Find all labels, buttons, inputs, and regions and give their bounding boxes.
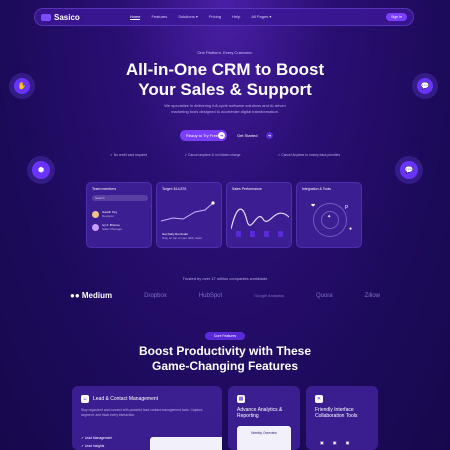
nav-pricing[interactable]: Pricing: [209, 14, 221, 20]
feature-title: Advance Analytics & Reporting: [237, 407, 283, 419]
target-line-chart: [161, 201, 215, 222]
get-started-button[interactable]: Get Started ➜: [237, 130, 273, 141]
heart-icon: ❤: [311, 203, 316, 209]
box-icon: ⬢: [32, 161, 50, 179]
preview-window: [150, 437, 222, 450]
trusted-text: Trusted by over 17 million companies wor…: [182, 276, 268, 281]
team-members-card: Team members Search Gareth Key Designer I…: [86, 182, 152, 248]
team-member-row[interactable]: Ivy F. Briscoe Sales Manager: [92, 223, 122, 232]
arrow-icon: ➜: [266, 132, 273, 139]
brand-logo[interactable]: Sasico: [41, 13, 80, 22]
features-title: Boost Productivity with These Game-Chang…: [138, 344, 312, 373]
hero-tagline: One Platform. Every Customer.: [197, 50, 253, 55]
feature-list-item: ✓ Lead Management: [81, 436, 113, 440]
contact-icon: ☺: [81, 395, 89, 403]
nav-all-pages[interactable]: All Pages ▾: [251, 14, 271, 20]
zillow-logo: Zillow: [364, 292, 380, 299]
weekly-overview: Weekly Overview: [237, 426, 291, 450]
nav-home[interactable]: Home: [129, 14, 141, 20]
avatar: [92, 224, 99, 232]
feature-card-lead: ☺ Lead & Contact Management Stay organiz…: [72, 386, 222, 450]
tools-icon: ✕: [315, 395, 323, 403]
feature-card-analytics: ▦ Advance Analytics & Reporting Weekly O…: [228, 386, 300, 450]
nav-solutions[interactable]: Solutions ▾: [178, 14, 198, 20]
google-analytics-logo: Google Analytics: [254, 293, 284, 298]
brand-logos: ●● Medium Dropbox HubSpot Google Analyti…: [70, 291, 380, 300]
signin-button[interactable]: Sign In: [386, 13, 407, 21]
paypal-icon: P: [345, 205, 349, 211]
feature-list-item: ✓ Lead Insights: [81, 444, 105, 448]
core-features-pill: Core Features: [205, 332, 245, 340]
sales-performance-card: Sales Performance: [226, 182, 292, 248]
hero-checks: ✓ No credit card required ✓ Cancel anyti…: [110, 153, 340, 157]
search-input[interactable]: Search: [92, 195, 148, 201]
app-icon: ▣: [332, 440, 337, 445]
integration-tools-card: Integration & Tools ❤ P ✦ ●: [296, 182, 362, 248]
try-free-button[interactable]: Ready to Try Free ➜: [180, 130, 227, 141]
hubspot-logo: HubSpot: [198, 292, 223, 299]
brand-name: Sasico: [54, 12, 80, 22]
messenger-icon: ✦: [327, 214, 332, 220]
feature-desc: Stay organized and connect with powerful…: [81, 408, 204, 417]
feature-card-collaboration: ✕ Friendly Interface Collaboration Tools…: [306, 386, 378, 450]
quora-logo: Quora: [315, 292, 333, 299]
check-item: ✓ No credit card required: [110, 153, 148, 157]
chart-icon: ▦: [237, 395, 245, 403]
try-free-label: Ready to Try Free: [186, 133, 219, 138]
dropbox-logo: Dropbox: [144, 292, 167, 299]
hero-description: We specialize in delivering full-cycle s…: [164, 103, 286, 114]
get-started-label: Get Started: [237, 133, 258, 138]
figma-icon: ●: [349, 226, 353, 232]
message-icon: 💬: [400, 161, 418, 179]
tool-icons: ▣ ▣ ▣: [320, 440, 349, 445]
app-icon: ▣: [345, 440, 350, 445]
hero-title: All-in-One CRM to Boost Your Sales & Sup…: [125, 60, 325, 99]
team-member-row[interactable]: Gareth Key Designer: [92, 210, 117, 219]
target-card: Target: $14,876 Get Daily Reminder Stay o…: [156, 182, 222, 248]
medium-logo: ●● Medium: [70, 291, 113, 300]
logo-icon: [41, 13, 51, 21]
check-item: ✓ Cancel anytime & no hidden charge: [184, 153, 241, 157]
arrow-icon: ➜: [218, 132, 225, 139]
nav-features[interactable]: Features: [151, 14, 167, 20]
feature-title: Lead & Contact Management: [93, 396, 159, 402]
daily-reminder[interactable]: Get Daily Reminder Stay on top of your da…: [162, 232, 202, 240]
avatar: [92, 211, 99, 219]
nav-help[interactable]: Help: [232, 14, 240, 20]
top-nav: Sasico Home Features Solutions ▾ Pricing…: [34, 8, 414, 26]
check-item: ✓ Cancel Anytime to money back prioritie…: [277, 153, 340, 157]
app-icon: ▣: [320, 440, 324, 445]
sales-wave-chart: [231, 208, 289, 237]
feature-title: Friendly Interface Collaboration Tools: [315, 407, 358, 419]
